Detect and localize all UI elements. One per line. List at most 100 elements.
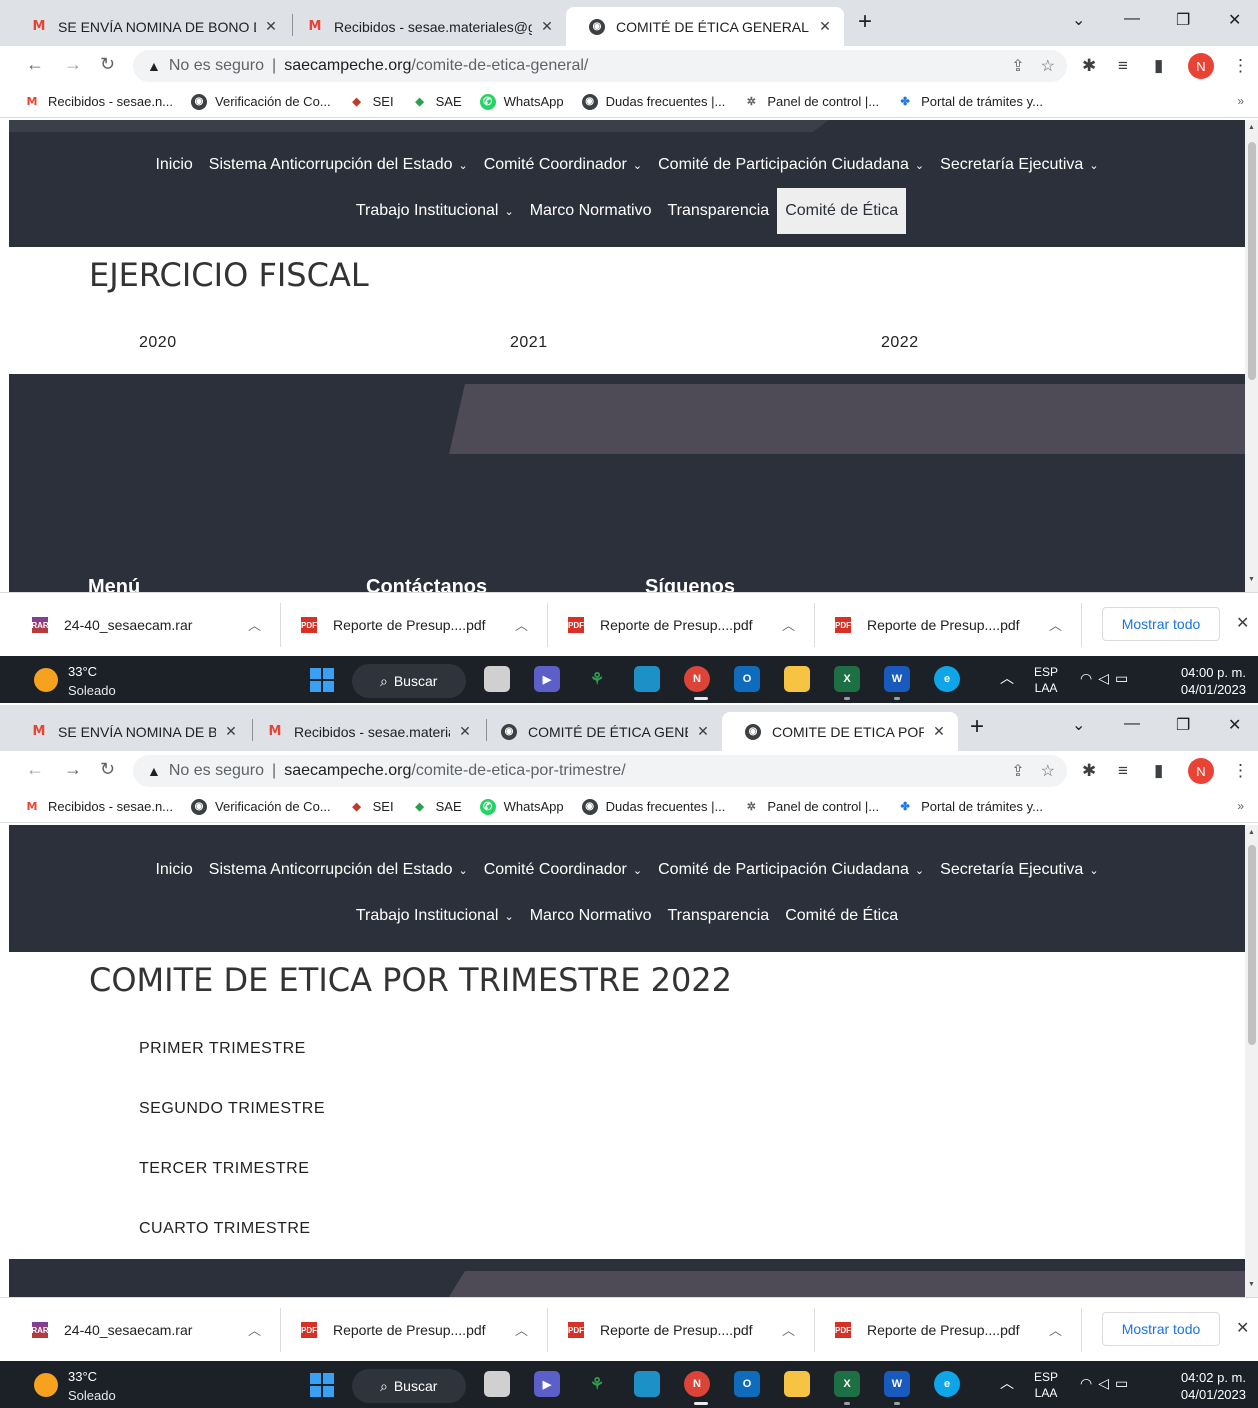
restore-button[interactable]: ❐ [1176, 715, 1190, 735]
word-icon[interactable]: W [884, 666, 910, 692]
scroll-thumb[interactable] [1248, 142, 1256, 380]
nav-trabajo-institucional[interactable]: Trabajo Institucional ⌄ [348, 893, 522, 939]
outlook-icon[interactable]: O [734, 1371, 760, 1397]
edge-icon[interactable]: e [934, 1371, 960, 1397]
reload-icon[interactable]: ↻ [100, 759, 115, 780]
reading-list-icon[interactable]: ≡ [1118, 761, 1128, 781]
tray-clock[interactable]: 04:02 p. m. 04/01/2023 [1170, 1369, 1246, 1403]
tray-clock[interactable]: 04:00 p. m. 04/01/2023 [1170, 664, 1246, 698]
word-icon[interactable]: W [884, 1371, 910, 1397]
bookmark-panel[interactable]: ✲ Panel de control |... [743, 94, 879, 110]
nav-inicio[interactable]: Inicio [147, 847, 200, 893]
chevron-up-icon[interactable]: ︿ [248, 615, 261, 634]
tray-overflow-icon[interactable]: ︿ [1000, 1373, 1014, 1393]
nav-transparencia[interactable]: Transparencia [660, 188, 778, 234]
wifi-volume-battery-icons[interactable]: ◠◁▭ [1080, 1375, 1134, 1392]
nav-sistema-anticorrupcion[interactable]: Sistema Anticorrupción del Estado ⌄ [201, 142, 476, 188]
download-item[interactable]: PDF Reporte de Presup....pdf [301, 593, 486, 657]
star-icon[interactable]: ☆ [1041, 56, 1055, 76]
tab-gmail-recibidos[interactable]: M Recibidos - sesae.materiale ✕ [244, 712, 484, 751]
chevron-up-icon[interactable]: ︿ [782, 1320, 795, 1339]
nav-comite-coordinador[interactable]: Comité Coordinador ⌄ [476, 847, 650, 893]
leaf-app-icon[interactable]: ⚘ [584, 1371, 610, 1397]
input-language[interactable]: ESP LAA [1034, 1369, 1058, 1401]
minimize-button[interactable]: — [1124, 10, 1140, 28]
tab-comite-general[interactable]: ◉ COMITÉ DE ÉTICA GENERA ✕ [478, 712, 722, 751]
download-item[interactable]: PDF Reporte de Presup....pdf [835, 593, 1020, 657]
bookmark-verificacion[interactable]: ◉ Verificación de Co... [191, 798, 331, 815]
bookmark-portal[interactable]: ✤ Portal de trámites y... [897, 94, 1043, 110]
weather-sun-icon[interactable] [34, 668, 58, 692]
windows-start-icon[interactable] [310, 1373, 334, 1397]
excel-icon[interactable]: X [834, 666, 860, 692]
bookmark-gmail[interactable]: M Recibidos - sesae.n... [24, 799, 174, 815]
windows-start-icon[interactable] [310, 668, 334, 692]
close-icon[interactable]: ✕ [222, 723, 240, 740]
tab-gmail-nomina[interactable]: M SE ENVÍA NOMINA DE BO ✕ [8, 712, 250, 751]
scroll-up-icon[interactable]: ▲ [1248, 829, 1255, 836]
file-explorer-icon[interactable] [784, 666, 810, 692]
chevron-up-icon[interactable]: ︿ [248, 1320, 261, 1339]
excel-icon[interactable]: X [834, 1371, 860, 1397]
chrome-icon[interactable]: N [684, 666, 710, 692]
tab-search-chevron-icon[interactable]: ⌄ [1072, 10, 1085, 30]
download-item[interactable]: PDF Reporte de Presup....pdf [301, 1298, 486, 1362]
nav-marco-normativo[interactable]: Marco Normativo [522, 188, 660, 234]
show-all-downloads-button[interactable]: Mostrar todo [1102, 607, 1220, 641]
tab-comite-general[interactable]: ◉ COMITÉ DE ÉTICA GENERAL ✕ [566, 7, 844, 46]
scroll-up-icon[interactable]: ▲ [1248, 124, 1255, 131]
close-window-button[interactable]: ✕ [1228, 715, 1241, 735]
forward-icon[interactable]: → [64, 54, 82, 75]
reading-list-icon[interactable]: ≡ [1118, 56, 1128, 76]
bookmark-dudas[interactable]: ◉ Dudas frecuentes |... [581, 93, 725, 110]
bookmark-sei[interactable]: ◆ SEI [349, 799, 393, 815]
forward-icon[interactable]: → [64, 759, 82, 780]
profile-avatar[interactable]: N [1188, 53, 1214, 79]
share-icon[interactable]: ⇪ [1011, 56, 1024, 76]
close-window-button[interactable]: ✕ [1228, 10, 1241, 30]
wifi-volume-battery-icons[interactable]: ◠◁▭ [1080, 670, 1134, 687]
menu-kebab-icon[interactable]: ⋮ [1232, 56, 1249, 76]
download-item[interactable]: RAR 24-40_sesaecam.rar [31, 1298, 192, 1362]
nav-sistema-anticorrupcion[interactable]: Sistema Anticorrupción del Estado ⌄ [201, 847, 476, 893]
nav-secretaria-ejecutiva[interactable]: Secretaría Ejecutiva ⌄ [932, 847, 1106, 893]
new-tab-button[interactable]: + [970, 715, 984, 739]
nav-trabajo-institucional[interactable]: Trabajo Institucional ⌄ [348, 188, 522, 234]
chevron-up-icon[interactable]: ︿ [782, 615, 795, 634]
page-scrollbar[interactable]: ▲ ▼ [1245, 825, 1258, 1297]
task-view-icon[interactable] [484, 666, 510, 692]
address-bar[interactable]: ▲ No es seguro | saecampeche.org/comite-… [133, 755, 1067, 787]
nav-comite-participacion[interactable]: Comité de Participación Ciudadana ⌄ [650, 142, 932, 188]
bookmark-verificacion[interactable]: ◉ Verificación de Co... [191, 93, 331, 110]
download-item[interactable]: PDF Reporte de Presup....pdf [568, 1298, 753, 1362]
scroll-down-icon[interactable]: ▼ [1248, 1281, 1255, 1288]
download-item[interactable]: PDF Reporte de Presup....pdf [568, 593, 753, 657]
reload-icon[interactable]: ↻ [100, 54, 115, 75]
show-all-downloads-button[interactable]: Mostrar todo [1102, 1312, 1220, 1346]
teams-icon[interactable]: ▶ [534, 666, 560, 692]
file-explorer-icon[interactable] [784, 1371, 810, 1397]
tab-comite-trimestre[interactable]: ◉ COMITE DE ETICA POR TR ✕ [722, 712, 958, 751]
close-icon[interactable]: ✕ [694, 723, 712, 740]
profile-avatar[interactable]: N [1188, 758, 1214, 784]
nav-secretaria-ejecutiva[interactable]: Secretaría Ejecutiva ⌄ [932, 142, 1106, 188]
quarter-link-segundo[interactable]: SEGUNDO TRIMESTRE [139, 1100, 325, 1118]
bookmark-whatsapp[interactable]: ✆ WhatsApp [479, 798, 564, 815]
close-icon[interactable]: ✕ [816, 18, 834, 35]
star-icon[interactable]: ☆ [1041, 761, 1055, 781]
nav-comite-etica[interactable]: Comité de Ética [777, 188, 907, 234]
nav-comite-participacion[interactable]: Comité de Participación Ciudadana ⌄ [650, 847, 932, 893]
download-item[interactable]: PDF Reporte de Presup....pdf [835, 1298, 1020, 1362]
nav-marco-normativo[interactable]: Marco Normativo [522, 893, 660, 939]
nav-comite-coordinador[interactable]: Comité Coordinador ⌄ [476, 142, 650, 188]
menu-kebab-icon[interactable]: ⋮ [1232, 761, 1249, 781]
bookmark-gmail[interactable]: M Recibidos - sesae.n... [24, 94, 174, 110]
bookmark-sae[interactable]: ◆ SAE [412, 94, 461, 110]
close-icon[interactable]: ✕ [1236, 613, 1249, 633]
taskbar-search[interactable]: ⌕ Buscar [352, 1369, 466, 1403]
close-icon[interactable]: ✕ [262, 18, 280, 35]
close-icon[interactable]: ✕ [538, 18, 556, 35]
extensions-icon[interactable]: ✱ [1082, 761, 1096, 781]
bookmarks-overflow-icon[interactable]: » [1237, 94, 1244, 108]
quarter-link-cuarto[interactable]: CUARTO TRIMESTRE [139, 1220, 311, 1238]
